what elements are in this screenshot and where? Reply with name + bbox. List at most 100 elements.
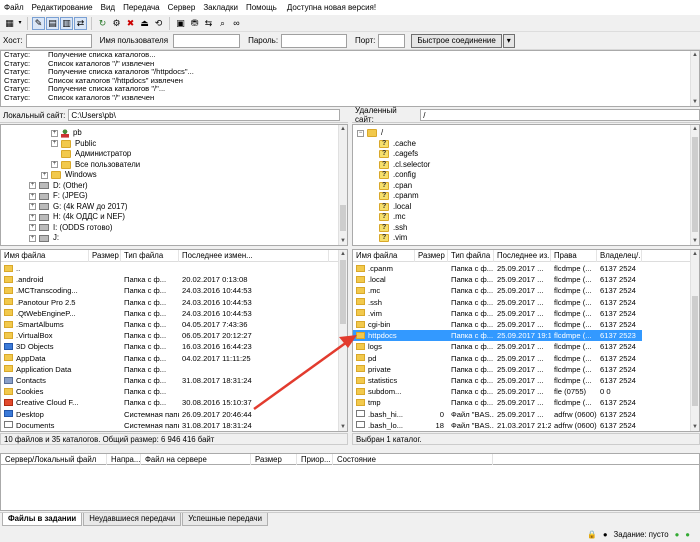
column-header[interactable]: Имя файла xyxy=(1,250,89,262)
menu-item[interactable]: Передача xyxy=(123,3,159,12)
file-row[interactable]: Application Data Папка с ф... xyxy=(1,364,329,375)
menu-item[interactable]: Доступна новая версия! xyxy=(287,3,376,12)
tree-node[interactable]: .mc xyxy=(369,212,406,223)
file-row[interactable]: Documents Системная папка31.08.2017 18:31… xyxy=(1,420,329,431)
queue-tab[interactable]: Файлы в задании xyxy=(2,513,83,526)
expand-icon[interactable]: + xyxy=(29,213,36,221)
file-row[interactable]: .VirtualBox Папка с ф... 06.05.2017 20:12:… xyxy=(1,330,329,341)
file-row[interactable]: statistics Папка с ф... 25.09.2017 ... flcd… xyxy=(353,375,642,386)
file-row[interactable]: httpdocs Папка с ф...25.09.2017 19:1...fl… xyxy=(353,330,642,342)
expand-icon[interactable]: + xyxy=(29,234,36,242)
file-row[interactable]: logs Папка с ф... 25.09.2017 ... flcdmpe (.… xyxy=(353,341,642,352)
file-row[interactable]: private Папка с ф... 25.09.2017 ... flcdmpe… xyxy=(353,364,642,375)
scroll-up-icon[interactable]: ▲ xyxy=(691,250,699,258)
quickconnect-dropdown-button[interactable]: ▾ xyxy=(502,33,515,48)
expand-icon[interactable]: + xyxy=(51,161,58,169)
log-scrollbar[interactable]: ▲ ▼ xyxy=(690,51,699,106)
file-row[interactable]: .cpanm Папка с ф... 25.09.2017 ... flcdmpe … xyxy=(353,263,642,274)
scroll-down-icon[interactable]: ▼ xyxy=(691,98,699,106)
tree-node[interactable]: .config xyxy=(369,170,416,181)
queue-column-header[interactable]: Приор... xyxy=(297,454,333,465)
expand-icon[interactable]: + xyxy=(51,129,58,137)
scroll-up-icon[interactable]: ▲ xyxy=(691,125,699,133)
queue-column-header[interactable]: Состояние xyxy=(333,454,493,465)
file-row[interactable]: .mc Папка с ф... 25.09.2017 ... flcdmpe (..… xyxy=(353,285,642,296)
file-row[interactable]: .vim Папка с ф... 25.09.2017 ... flcdmpe (.… xyxy=(353,308,642,319)
tree-node[interactable]: + G: (4k RAW до 2017) xyxy=(29,202,127,213)
directory-compare-icon[interactable]: ▣ xyxy=(174,17,187,30)
menu-item[interactable]: Редактирование xyxy=(32,3,93,12)
column-header[interactable]: Тип файла xyxy=(448,250,494,262)
column-header[interactable]: Владелец/... xyxy=(597,250,642,262)
file-row[interactable]: pd Папка с ф... 25.09.2017 ... flcdmpe (...… xyxy=(353,353,642,364)
remote-tree-scrollbar[interactable]: ▲ ▼ xyxy=(690,125,699,245)
file-row[interactable]: AppData Папка с ф... 04.02.2017 11:11:25 xyxy=(1,353,329,364)
scroll-thumb[interactable] xyxy=(692,296,698,406)
file-row[interactable]: .bash_lo... 18 Файл "BAS...21.03.2017 21:2… xyxy=(353,420,642,431)
file-row[interactable]: .local Папка с ф... 25.09.2017 ... flcdmpe … xyxy=(353,274,642,285)
menu-item[interactable]: Сервер xyxy=(168,3,196,12)
expand-icon[interactable]: + xyxy=(29,192,36,200)
queue-column-header[interactable]: Сервер/Локальный файл xyxy=(1,454,107,465)
column-header[interactable]: Последнее измен... xyxy=(179,250,329,262)
tree-node[interactable]: .cpanm xyxy=(369,191,419,202)
file-row[interactable]: Cookies Папка с ф... xyxy=(1,386,329,397)
tree-node[interactable]: − / xyxy=(357,128,383,139)
scroll-down-icon[interactable]: ▼ xyxy=(339,237,347,245)
menu-item[interactable]: Вид xyxy=(101,3,115,12)
scroll-down-icon[interactable]: ▼ xyxy=(339,423,347,431)
file-row[interactable]: .bash_hi... 0 Файл "BAS... 25.09.2017 ... ad… xyxy=(353,409,642,420)
scroll-thumb[interactable] xyxy=(340,205,346,231)
tree-node[interactable]: + Public xyxy=(51,139,96,150)
tree-node[interactable]: + H: (4k ОДДС и NEF) xyxy=(29,212,125,223)
local-list-scrollbar[interactable]: ▲ ▼ xyxy=(338,250,347,431)
file-row[interactable]: .ssh Папка с ф... 25.09.2017 ... flcdmpe (.… xyxy=(353,297,642,308)
column-header[interactable]: Размер xyxy=(415,250,448,262)
expand-icon[interactable]: + xyxy=(29,182,36,190)
queue-column-header[interactable]: Размер xyxy=(251,454,297,465)
column-header[interactable]: Размер xyxy=(89,250,121,262)
scroll-thumb[interactable] xyxy=(692,137,698,232)
local-path-input[interactable] xyxy=(68,109,341,121)
file-row[interactable]: .. xyxy=(1,263,329,274)
column-header[interactable]: Имя файла xyxy=(353,250,415,262)
port-input[interactable] xyxy=(378,33,406,48)
queue-column-header[interactable]: Напра... xyxy=(107,454,141,465)
tree-node[interactable]: + F: (JPEG) xyxy=(29,191,88,202)
file-row[interactable]: 3D Objects Папка с ф... 16.03.2016 16:44:2… xyxy=(1,341,329,352)
queue-tab[interactable]: Неудавшиеся передачи xyxy=(83,513,182,526)
menu-item[interactable]: Файл xyxy=(4,3,24,12)
toggle-remote-tree-icon[interactable]: ▥ xyxy=(60,16,73,30)
toggle-queue-icon[interactable]: ⇄ xyxy=(74,16,87,30)
scroll-down-icon[interactable]: ▼ xyxy=(691,423,699,431)
menu-item[interactable]: Помощь xyxy=(246,3,277,12)
reconnect-icon[interactable]: ⟲ xyxy=(152,17,165,30)
tree-node[interactable]: .vim xyxy=(369,233,407,244)
tree-node[interactable]: + D: (Other) xyxy=(29,181,88,192)
file-row[interactable]: Creative Cloud F... Папка с ф... 30.08.201… xyxy=(1,397,329,408)
collapse-icon[interactable]: − xyxy=(357,129,364,137)
file-row[interactable]: tmp Папка с ф... 25.09.2017 ... flcdmpe (..… xyxy=(353,397,642,408)
local-tree-scrollbar[interactable]: ▲ ▼ xyxy=(338,125,347,245)
process-queue-icon[interactable]: ⚙ xyxy=(110,17,123,30)
file-row[interactable]: .Panotour Pro 2.5 Папка с ф... 24.03.2016 … xyxy=(1,297,329,308)
file-row[interactable]: cgi-bin Папка с ф... 25.09.2017 ... flcdmpe… xyxy=(353,319,642,330)
tree-node[interactable]: .cpan xyxy=(369,181,412,191)
expand-icon[interactable]: + xyxy=(41,171,48,179)
queue-list[interactable] xyxy=(0,465,700,511)
scroll-down-icon[interactable]: ▼ xyxy=(691,237,699,245)
scroll-thumb[interactable] xyxy=(340,260,346,324)
tree-node[interactable]: .ssh xyxy=(369,223,407,233)
expand-icon[interactable]: + xyxy=(51,140,58,148)
tree-node[interactable]: + pb xyxy=(51,128,82,139)
tree-node[interactable]: + Windows xyxy=(41,170,97,181)
toggle-log-icon[interactable]: ✎ xyxy=(32,16,45,30)
password-input[interactable] xyxy=(281,33,348,48)
file-row[interactable]: Contacts Папка с ф... 31.08.2017 18:31:24 xyxy=(1,375,329,386)
scroll-up-icon[interactable]: ▲ xyxy=(691,51,699,59)
binoculars-icon[interactable]: ∞ xyxy=(230,17,243,30)
site-manager-icon[interactable]: ▦ xyxy=(3,17,16,30)
search-icon[interactable]: ⌕ xyxy=(216,17,229,30)
cancel-icon[interactable]: ✖ xyxy=(124,17,137,30)
tree-node[interactable]: + Все пользователи xyxy=(51,160,140,171)
